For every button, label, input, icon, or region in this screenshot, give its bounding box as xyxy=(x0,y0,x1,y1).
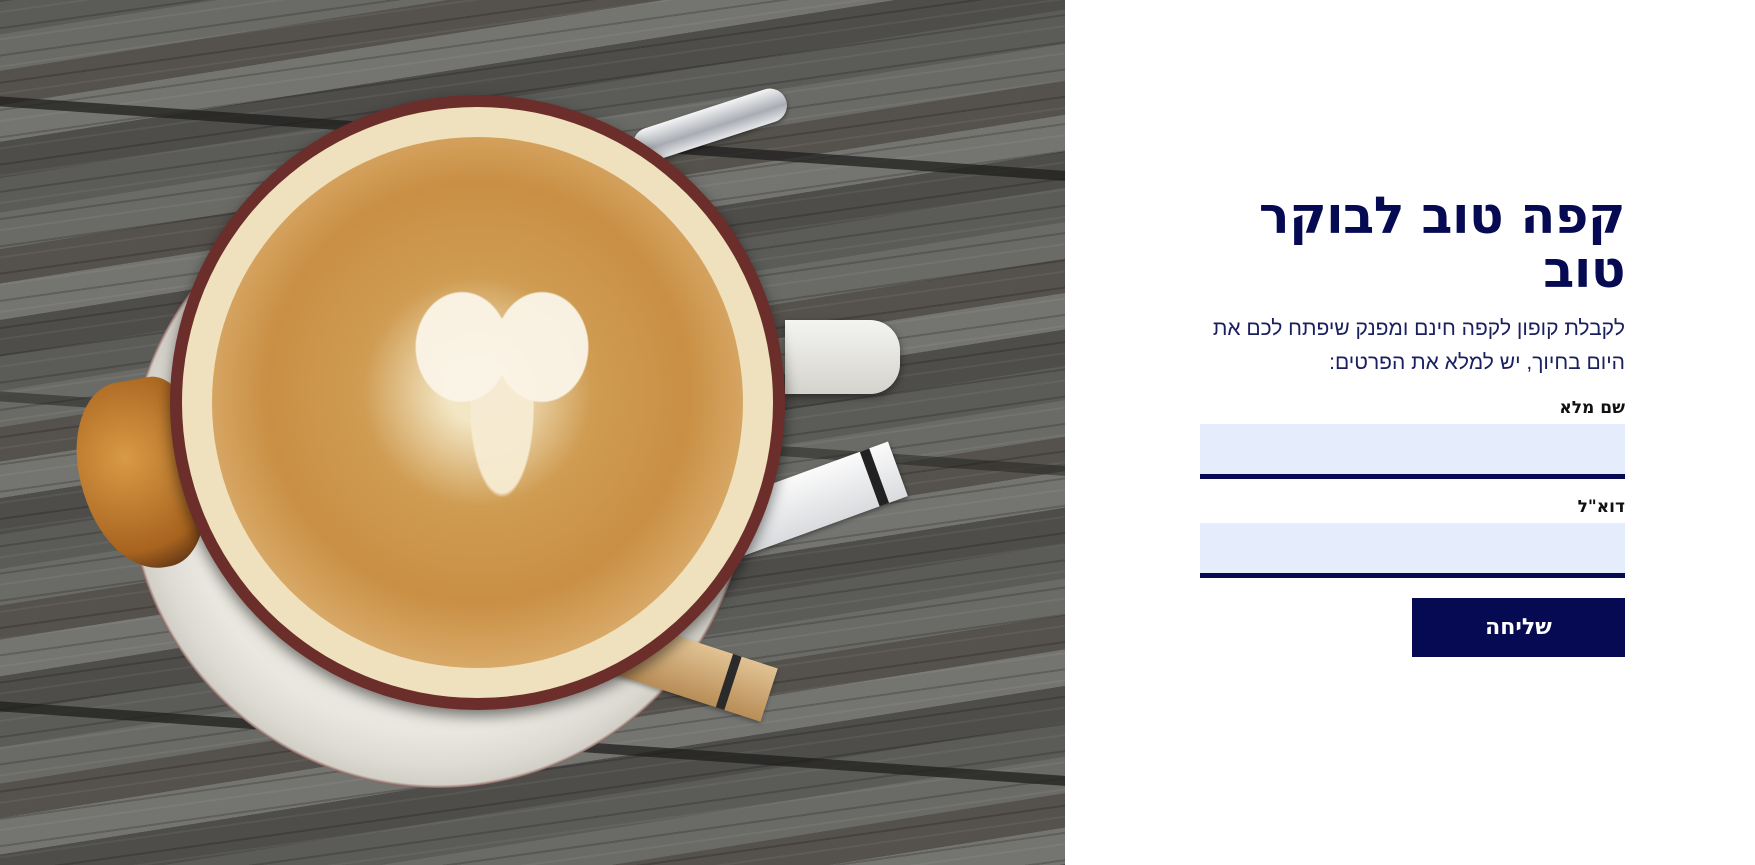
cup-handle xyxy=(785,320,900,394)
email-label: דוא"ל xyxy=(1577,497,1625,517)
cup-rim xyxy=(182,107,773,698)
page-title: קפה טוב לבוקר טוב xyxy=(1258,187,1626,300)
coupon-form-panel: קפה טוב לבוקר טוב לקבלת קופון לקפה חינם … xyxy=(1200,187,1626,657)
coffee-cup xyxy=(170,95,785,710)
full-name-label: שם מלא xyxy=(1559,398,1625,418)
latte-art-heart xyxy=(402,257,602,557)
coffee-cup-scene xyxy=(64,80,1000,800)
email-input[interactable] xyxy=(1200,523,1625,578)
latte-crema xyxy=(212,137,743,668)
coffee-photo xyxy=(0,0,1065,865)
full-name-input[interactable] xyxy=(1200,424,1625,479)
submit-button[interactable]: שליחה xyxy=(1412,598,1625,657)
coupon-form: שם מלא דוא"ל שליחה xyxy=(1200,398,1625,657)
intro-text: לקבלת קופון לקפה חינם ומפנק שיפתח לכם את… xyxy=(1212,317,1625,374)
